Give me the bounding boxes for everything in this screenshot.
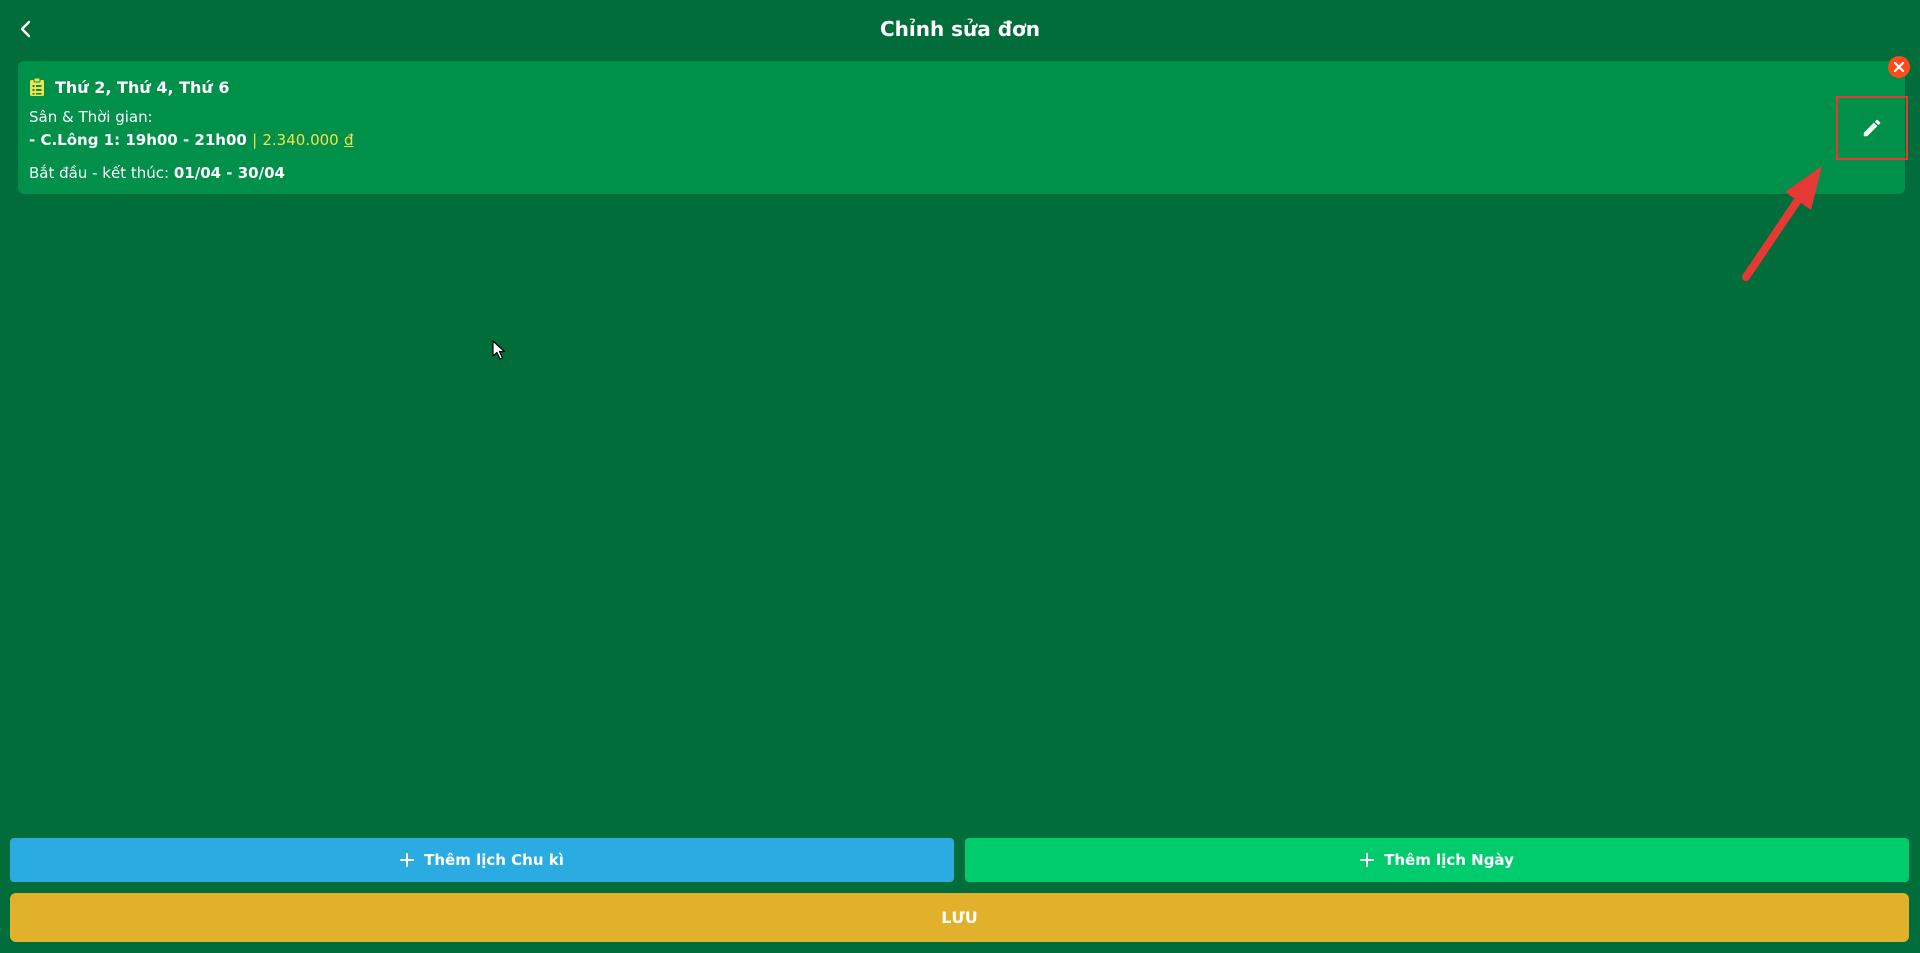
- pencil-icon: [1863, 119, 1881, 137]
- court-slot-row: - C.Lông 1: 19h00 - 21h00 | 2.340.000 đ: [29, 131, 353, 149]
- price-separator: |: [252, 131, 258, 149]
- add-day-schedule-label: Thêm lịch Ngày: [1384, 851, 1514, 869]
- add-cycle-schedule-label: Thêm lịch Chu kì: [424, 851, 564, 869]
- date-range-label: Bắt đầu - kết thúc:: [29, 164, 170, 182]
- schedule-card: Thứ 2, Thứ 4, Thứ 6 Sân & Thời gian: - C…: [18, 61, 1905, 194]
- close-icon: [1893, 61, 1905, 73]
- back-button[interactable]: [10, 13, 42, 45]
- mouse-cursor-icon: [492, 340, 506, 360]
- schedule-days: Thứ 2, Thứ 4, Thứ 6: [55, 77, 230, 97]
- add-day-schedule-button[interactable]: Thêm lịch Ngày: [965, 838, 1909, 882]
- plus-icon: [400, 853, 415, 867]
- edit-schedule-button[interactable]: [1836, 96, 1908, 160]
- add-cycle-schedule-button[interactable]: Thêm lịch Chu kì: [10, 838, 954, 882]
- slot-price: 2.340.000: [262, 131, 339, 149]
- price-currency: đ: [343, 131, 354, 149]
- date-range-value: 01/04 - 30/04: [173, 164, 285, 182]
- court-slot: - C.Lông 1: 19h00 - 21h00: [29, 131, 247, 149]
- remove-schedule-button[interactable]: [1888, 56, 1910, 78]
- page-title: Chỉnh sửa đơn: [879, 17, 1041, 41]
- date-range-row: Bắt đầu - kết thúc: 01/04 - 30/04: [29, 164, 285, 182]
- plus-icon: [1360, 853, 1375, 867]
- annotation-arrow-icon: [1742, 166, 1822, 281]
- calendar-icon: [30, 77, 44, 96]
- save-button[interactable]: LƯU: [10, 893, 1909, 942]
- chevron-left-icon: [20, 20, 31, 38]
- save-label: LƯU: [941, 908, 978, 927]
- header-bar: Chỉnh sửa đơn: [0, 0, 1920, 58]
- schedule-days-row: Thứ 2, Thứ 4, Thứ 6: [29, 77, 230, 97]
- court-time-label: Sân & Thời gian:: [29, 108, 153, 126]
